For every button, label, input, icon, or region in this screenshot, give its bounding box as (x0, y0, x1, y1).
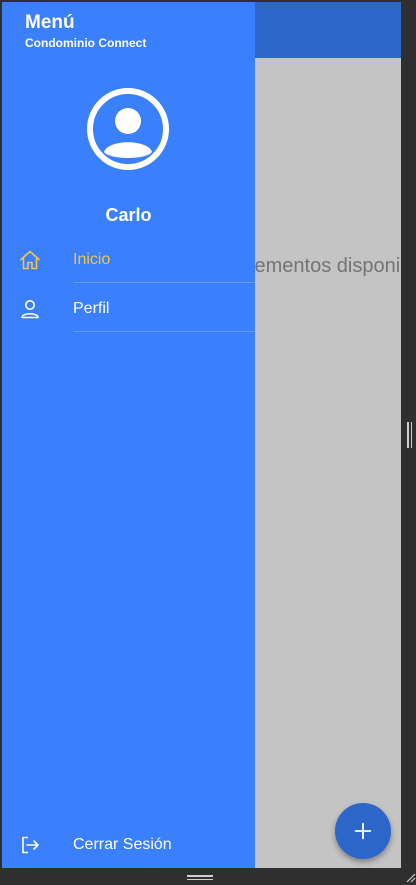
add-fab-button[interactable] (335, 803, 391, 859)
home-icon (17, 247, 43, 273)
drawer-item-perfil[interactable]: Perfil (2, 286, 255, 332)
drawer-subtitle: Condominio Connect (25, 36, 147, 50)
resize-grip-icon[interactable] (404, 871, 416, 883)
navigation-drawer: Menú Condominio Connect Carlo Inicio Per… (2, 2, 255, 868)
person-icon (17, 296, 43, 322)
logout-button[interactable]: Cerrar Sesión (2, 822, 255, 868)
bottom-resize-handle[interactable] (187, 875, 213, 881)
drawer-item-label: Perfil (73, 300, 110, 317)
side-resize-handle[interactable] (407, 422, 413, 448)
divider (73, 282, 255, 283)
avatar-icon[interactable] (86, 87, 170, 171)
drawer-title: Menú (25, 12, 75, 33)
drawer-item-label: Inicio (73, 251, 111, 268)
app-screen: No hay elementos disponibles Menú Condom… (2, 2, 401, 868)
user-name: Carlo (105, 205, 152, 225)
logout-icon (17, 832, 43, 858)
logout-label: Cerrar Sesión (73, 836, 172, 853)
drawer-item-inicio[interactable]: Inicio (2, 237, 255, 283)
window-frame: No hay elementos disponibles Menú Condom… (0, 0, 416, 885)
plus-icon (354, 822, 372, 840)
divider (73, 331, 255, 332)
